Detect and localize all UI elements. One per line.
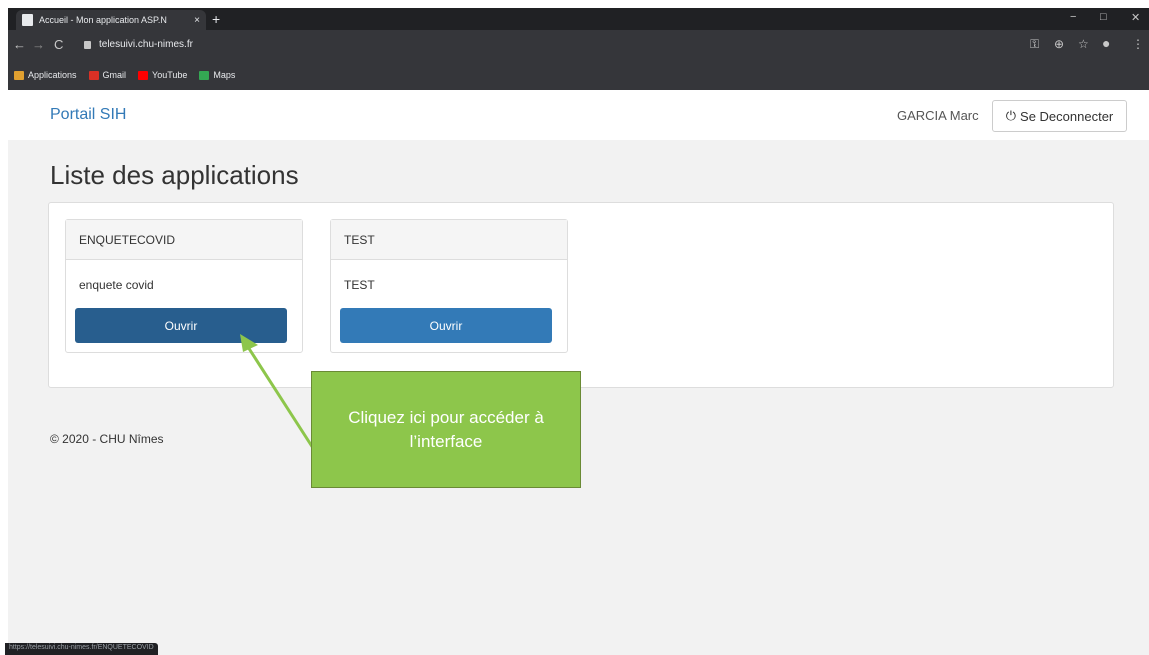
annotation-callout: Cliquez ici pour accéder à l’interface (311, 371, 581, 488)
bookmark-gmail[interactable]: Gmail (88, 70, 127, 80)
open-app-button[interactable]: Ouvrir (75, 308, 287, 343)
bookmark-label: Gmail (102, 70, 127, 80)
app-card-description: TEST (344, 278, 375, 292)
address-bar[interactable]: telesuivi.chu-nimes.fr (84, 39, 193, 50)
close-window-icon[interactable]: ✕ (1131, 11, 1140, 24)
bookmarks-bar: Applications Gmail YouTube Maps (8, 60, 1149, 90)
bookmark-label: Maps (213, 70, 236, 80)
bookmark-applications[interactable]: Applications (14, 70, 77, 80)
tab-close-icon[interactable]: × (194, 15, 200, 26)
logout-button[interactable]: ⏻ Se Deconnecter (992, 100, 1127, 132)
menu-icon[interactable]: ⋮ (1132, 37, 1144, 51)
maximize-icon[interactable]: □ (1100, 11, 1107, 23)
applications-panel: ENQUETECOVID enquete covid Ouvrir TEST T… (48, 202, 1114, 388)
bookmark-star-icon[interactable]: ☆ (1078, 37, 1089, 51)
callout-line-1: Cliquez ici pour accéder à (348, 407, 544, 427)
browser-tab[interactable]: Accueil - Mon application ASP.N × (16, 10, 206, 30)
browser-toolbar: ← → C telesuivi.chu-nimes.fr ⚿ ⊕ ☆ ● ⋮ (8, 30, 1149, 60)
back-icon[interactable]: ← (13, 37, 26, 52)
address-bar-url: telesuivi.chu-nimes.fr (99, 39, 193, 50)
app-card-title: TEST (331, 220, 567, 260)
new-tab-icon[interactable]: + (212, 11, 220, 27)
zoom-icon[interactable]: ⊕ (1054, 37, 1064, 51)
footer-copyright: © 2020 - CHU Nîmes (50, 432, 164, 446)
maps-icon (199, 70, 210, 80)
open-app-button[interactable]: Ouvrir (340, 308, 552, 343)
app-card-description: enquete covid (79, 278, 154, 292)
applications-icon (14, 70, 24, 80)
power-icon: ⏻ (1005, 108, 1017, 123)
logout-label: Se Deconnecter (1020, 108, 1114, 124)
callout-line-2: l’interface (409, 431, 483, 451)
bookmark-maps[interactable]: Maps (199, 70, 235, 80)
minimize-icon[interactable]: − (1070, 11, 1076, 23)
page-title: Liste des applications (50, 160, 299, 190)
user-name: GARCIA Marc (897, 108, 979, 123)
reload-icon[interactable]: C (54, 37, 63, 52)
lock-icon (84, 40, 91, 49)
key-icon[interactable]: ⚿ (1030, 37, 1039, 52)
app-card-title: ENQUETECOVID (66, 220, 302, 260)
bookmark-label: Applications (28, 70, 77, 80)
profile-icon[interactable]: ● (1102, 35, 1110, 51)
tab-title: Accueil - Mon application ASP.N (39, 15, 167, 25)
youtube-icon (138, 70, 149, 80)
app-card: ENQUETECOVID enquete covid Ouvrir (65, 219, 303, 353)
site-navbar: Portail SIH GARCIA Marc ⏻ Se Deconnecter (8, 90, 1149, 140)
page-favicon-icon (22, 14, 33, 26)
app-card: TEST TEST Ouvrir (330, 219, 568, 353)
brand-link[interactable]: Portail SIH (50, 106, 126, 124)
forward-icon[interactable]: → (32, 37, 45, 52)
status-bar-url: https://telesuivi.chu-nimes.fr/ENQUETECO… (5, 643, 158, 655)
bookmark-label: YouTube (152, 70, 188, 80)
gmail-icon (88, 70, 99, 80)
browser-tab-bar: Accueil - Mon application ASP.N × + − □ … (8, 8, 1149, 30)
bookmark-youtube[interactable]: YouTube (138, 70, 187, 80)
